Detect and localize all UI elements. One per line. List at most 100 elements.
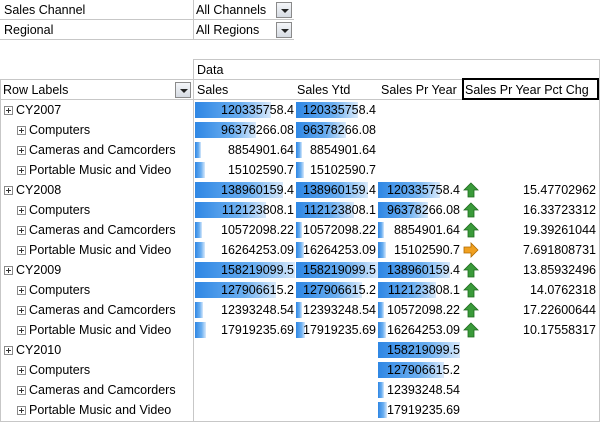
- filter-value-regional[interactable]: All Regions: [196, 20, 274, 40]
- sales-value: 15102590.7: [227, 163, 294, 177]
- sales-pr-year-pct-chg-value: 15.47702962: [523, 183, 596, 197]
- sales-pr-year-value: 12393248.54: [387, 383, 460, 397]
- filter-value-sales-channel[interactable]: All Channels: [196, 0, 274, 20]
- sales-pr-year-value: 96378266.08: [387, 203, 460, 217]
- sales-pr-year-pct-chg-value: 13.85932496: [523, 263, 596, 277]
- arrow-up-icon: [463, 182, 479, 198]
- category-row-label[interactable]: Portable Music and Video: [29, 240, 188, 260]
- sales-pr-year-value: 138960159.4: [387, 263, 460, 277]
- sales-value: 138960159.4: [221, 183, 294, 197]
- data-header: Data: [197, 63, 224, 77]
- sales-pr-year-pct-chg-value: 7.691808731: [523, 243, 596, 257]
- grid-line: [193, 59, 194, 422]
- sales-pr-year-value: 15102590.7: [393, 243, 460, 257]
- sales-ytd-value: 127906615.2: [303, 283, 376, 297]
- expand-toggle-icon[interactable]: [17, 386, 26, 395]
- sales-ytd-value: 15102590.7: [309, 163, 376, 177]
- arrow-up-icon: [463, 202, 479, 218]
- sales-pr-year-pct-chg-value: 10.17558317: [523, 323, 596, 337]
- sales-pr-year-pct-chg-value: 14.0762318: [529, 283, 596, 297]
- filter-label-sales-channel: Sales Channel: [4, 3, 86, 17]
- sales-pr-year-value: 16264253.09: [387, 323, 460, 337]
- sales-value: 17919235.69: [221, 323, 294, 337]
- sales-pr-year-value: 17919235.69: [387, 403, 460, 417]
- expand-toggle-icon[interactable]: [4, 186, 13, 195]
- sales-value: 127906615.2: [221, 283, 294, 297]
- sales-value: 10572098.22: [221, 223, 294, 237]
- category-row-label[interactable]: Cameras and Camcorders: [29, 220, 188, 240]
- sales-pr-year-value: 8854901.64: [393, 223, 460, 237]
- filter-label-regional: Regional: [4, 23, 54, 37]
- category-row-label[interactable]: Portable Music and Video: [29, 400, 188, 420]
- expand-toggle-icon[interactable]: [17, 206, 26, 215]
- expand-toggle-icon[interactable]: [4, 266, 13, 275]
- sales-pr-year-value: 158219099.5: [387, 343, 460, 357]
- expand-toggle-icon[interactable]: [4, 106, 13, 115]
- row-labels-header: Row Labels: [3, 83, 69, 97]
- category-row-label[interactable]: Computers: [29, 280, 188, 300]
- grid-line: [193, 0, 194, 40]
- sales-ytd-value: 120335758.4: [303, 103, 376, 117]
- category-row-label[interactable]: Computers: [29, 200, 188, 220]
- expand-toggle-icon[interactable]: [17, 306, 26, 315]
- sales-ytd-value: 17919235.69: [303, 323, 376, 337]
- regional-dropdown-button[interactable]: [276, 22, 292, 38]
- expand-toggle-icon[interactable]: [17, 126, 26, 135]
- sales-pr-year-value: 120335758.4: [387, 183, 460, 197]
- sales-ytd-value: 158219099.5: [303, 263, 376, 277]
- column-header-sales[interactable]: Sales: [197, 80, 292, 100]
- sales-ytd-value: 112123808.1: [303, 203, 376, 217]
- sales-value: 112123808.1: [221, 203, 294, 217]
- sales-value: 96378266.08: [221, 123, 294, 137]
- sales-value: 158219099.5: [221, 263, 294, 277]
- expand-toggle-icon[interactable]: [17, 226, 26, 235]
- expand-toggle-icon[interactable]: [17, 286, 26, 295]
- grid-line: [0, 39, 294, 40]
- sales-value: 120335758.4: [221, 103, 294, 117]
- year-row-label[interactable]: CY2010: [16, 340, 188, 360]
- grid-line: [0, 79, 1, 422]
- arrow-up-icon: [463, 282, 479, 298]
- sales-value: 12393248.54: [221, 303, 294, 317]
- sales-pr-year-pct-chg-value: 19.39261044: [523, 223, 596, 237]
- arrow-up-icon: [463, 302, 479, 318]
- selected-cell-outline: [462, 78, 599, 100]
- sales-ytd-value: 96378266.08: [303, 123, 376, 137]
- sales-ytd-value: 16264253.09: [303, 243, 376, 257]
- column-header-sales-pr-year[interactable]: Sales Pr Year: [381, 80, 463, 100]
- year-row-label[interactable]: CY2008: [16, 180, 188, 200]
- grid-line: [0, 19, 294, 20]
- category-row-label[interactable]: Computers: [29, 120, 188, 140]
- sales-ytd-value: 8854901.64: [309, 143, 376, 157]
- expand-toggle-icon[interactable]: [17, 326, 26, 335]
- expand-toggle-icon[interactable]: [4, 346, 13, 355]
- category-row-label[interactable]: Cameras and Camcorders: [29, 140, 188, 160]
- expand-toggle-icon[interactable]: [17, 166, 26, 175]
- arrow-right-icon: [463, 242, 479, 258]
- sales-pr-year-value: 127906615.2: [387, 363, 460, 377]
- category-row-label[interactable]: Portable Music and Video: [29, 160, 188, 180]
- sales-value: 8854901.64: [227, 143, 294, 157]
- sales-ytd-value: 10572098.22: [303, 223, 376, 237]
- sales-ytd-value: 138960159.4: [303, 183, 376, 197]
- column-header-sales-ytd[interactable]: Sales Ytd: [297, 80, 377, 100]
- sales-channel-dropdown-button[interactable]: [276, 2, 292, 18]
- arrow-up-icon: [463, 222, 479, 238]
- year-row-label[interactable]: CY2007: [16, 100, 188, 120]
- category-row-label[interactable]: Cameras and Camcorders: [29, 300, 188, 320]
- sales-ytd-value: 12393248.54: [303, 303, 376, 317]
- sales-pr-year-value: 112123808.1: [387, 283, 460, 297]
- sales-value: 16264253.09: [221, 243, 294, 257]
- expand-toggle-icon[interactable]: [17, 366, 26, 375]
- expand-toggle-icon[interactable]: [17, 146, 26, 155]
- arrow-up-icon: [463, 262, 479, 278]
- category-row-label[interactable]: Cameras and Camcorders: [29, 380, 188, 400]
- category-row-label[interactable]: Computers: [29, 360, 188, 380]
- sales-pr-year-value: 10572098.22: [387, 303, 460, 317]
- sales-pr-year-pct-chg-value: 16.33723312: [523, 203, 596, 217]
- year-row-label[interactable]: CY2009: [16, 260, 188, 280]
- row-labels-filter-button[interactable]: [175, 82, 191, 98]
- expand-toggle-icon[interactable]: [17, 406, 26, 415]
- category-row-label[interactable]: Portable Music and Video: [29, 320, 188, 340]
- expand-toggle-icon[interactable]: [17, 246, 26, 255]
